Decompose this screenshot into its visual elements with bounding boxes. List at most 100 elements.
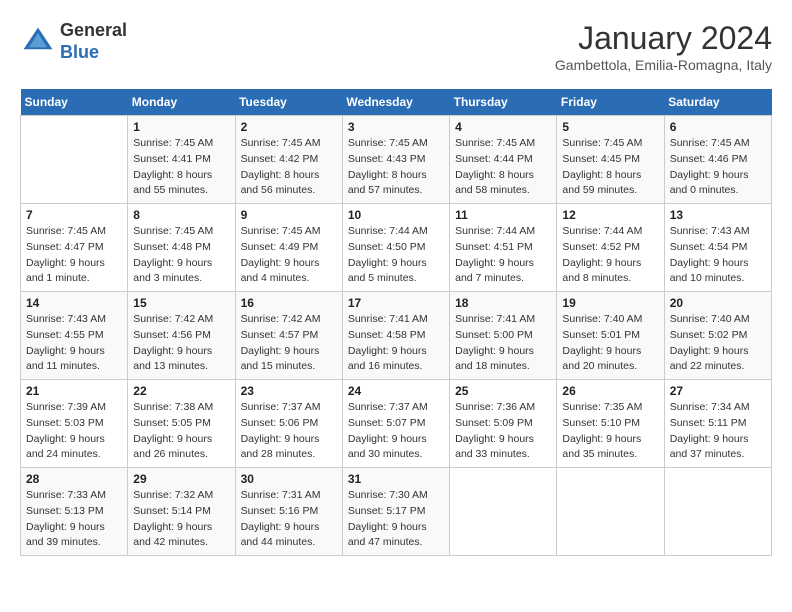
calendar-cell: 7 Sunrise: 7:45 AMSunset: 4:47 PMDaylight… [21,204,128,292]
calendar-cell: 27 Sunrise: 7:34 AMSunset: 5:11 PMDayligh… [664,380,771,468]
day-number: 4 [455,120,551,134]
calendar-cell: 6 Sunrise: 7:45 AMSunset: 4:46 PMDaylight… [664,116,771,204]
day-info: Sunrise: 7:41 AMSunset: 5:00 PMDaylight:… [455,312,551,375]
day-number: 8 [133,208,229,222]
day-info: Sunrise: 7:38 AMSunset: 5:05 PMDaylight:… [133,400,229,463]
day-info: Sunrise: 7:42 AMSunset: 4:56 PMDaylight:… [133,312,229,375]
logo-icon [20,24,56,60]
day-number: 27 [670,384,766,398]
day-info: Sunrise: 7:45 AMSunset: 4:49 PMDaylight:… [241,224,337,287]
day-info: Sunrise: 7:45 AMSunset: 4:47 PMDaylight:… [26,224,122,287]
day-number: 30 [241,472,337,486]
day-number: 24 [348,384,444,398]
day-number: 1 [133,120,229,134]
day-number: 10 [348,208,444,222]
calendar-cell: 14Sunrise: 7:43 AMSunset: 4:55 PMDayligh… [21,292,128,380]
day-number: 22 [133,384,229,398]
day-number: 9 [241,208,337,222]
day-info: Sunrise: 7:32 AMSunset: 5:14 PMDaylight:… [133,488,229,551]
weekday-header-monday: Monday [128,89,235,116]
day-info: Sunrise: 7:45 AMSunset: 4:43 PMDaylight:… [348,136,444,199]
day-number: 7 [26,208,122,222]
weekday-header-saturday: Saturday [664,89,771,116]
day-info: Sunrise: 7:44 AMSunset: 4:52 PMDaylight:… [562,224,658,287]
day-info: Sunrise: 7:45 AMSunset: 4:41 PMDaylight:… [133,136,229,199]
title-block: January 2024 Gambettola, Emilia-Romagna,… [555,20,772,73]
day-number: 23 [241,384,337,398]
calendar-cell: 18 Sunrise: 7:41 AMSunset: 5:00 PMDayligh… [450,292,557,380]
calendar-cell: 15Sunrise: 7:42 AMSunset: 4:56 PMDayligh… [128,292,235,380]
day-info: Sunrise: 7:45 AMSunset: 4:48 PMDaylight:… [133,224,229,287]
calendar-cell: 1 Sunrise: 7:45 AMSunset: 4:41 PMDaylight… [128,116,235,204]
day-info: Sunrise: 7:39 AMSunset: 5:03 PMDaylight:… [26,400,122,463]
calendar-cell: 13 Sunrise: 7:43 AMSunset: 4:54 PMDayligh… [664,204,771,292]
calendar-cell: 3 Sunrise: 7:45 AMSunset: 4:43 PMDaylight… [342,116,449,204]
day-info: Sunrise: 7:44 AMSunset: 4:51 PMDaylight:… [455,224,551,287]
day-number: 20 [670,296,766,310]
calendar-title: January 2024 [555,20,772,57]
day-info: Sunrise: 7:34 AMSunset: 5:11 PMDaylight:… [670,400,766,463]
calendar-cell: 5 Sunrise: 7:45 AMSunset: 4:45 PMDaylight… [557,116,664,204]
day-number: 25 [455,384,551,398]
logo: General Blue [20,20,127,63]
day-number: 28 [26,472,122,486]
calendar-cell: 31Sunrise: 7:30 AMSunset: 5:17 PMDayligh… [342,468,449,556]
day-info: Sunrise: 7:35 AMSunset: 5:10 PMDaylight:… [562,400,658,463]
calendar-subtitle: Gambettola, Emilia-Romagna, Italy [555,57,772,73]
day-number: 31 [348,472,444,486]
day-info: Sunrise: 7:45 AMSunset: 4:46 PMDaylight:… [670,136,766,199]
calendar-cell: 19 Sunrise: 7:40 AMSunset: 5:01 PMDayligh… [557,292,664,380]
calendar-cell: 10 Sunrise: 7:44 AMSunset: 4:50 PMDayligh… [342,204,449,292]
weekday-header-sunday: Sunday [21,89,128,116]
day-number: 21 [26,384,122,398]
day-info: Sunrise: 7:45 AMSunset: 4:45 PMDaylight:… [562,136,658,199]
day-number: 19 [562,296,658,310]
calendar-cell: 12 Sunrise: 7:44 AMSunset: 4:52 PMDayligh… [557,204,664,292]
week-row-2: 7 Sunrise: 7:45 AMSunset: 4:47 PMDaylight… [21,204,772,292]
day-info: Sunrise: 7:44 AMSunset: 4:50 PMDaylight:… [348,224,444,287]
calendar-cell: 22 Sunrise: 7:38 AMSunset: 5:05 PMDayligh… [128,380,235,468]
weekday-header-row: SundayMondayTuesdayWednesdayThursdayFrid… [21,89,772,116]
week-row-4: 21 Sunrise: 7:39 AMSunset: 5:03 PMDayligh… [21,380,772,468]
weekday-header-tuesday: Tuesday [235,89,342,116]
day-info: Sunrise: 7:37 AMSunset: 5:07 PMDaylight:… [348,400,444,463]
logo-text: General Blue [60,20,127,63]
calendar-cell: 8 Sunrise: 7:45 AMSunset: 4:48 PMDaylight… [128,204,235,292]
page-header: General Blue January 2024 Gambettola, Em… [20,20,772,73]
day-info: Sunrise: 7:45 AMSunset: 4:42 PMDaylight:… [241,136,337,199]
day-info: Sunrise: 7:40 AMSunset: 5:01 PMDaylight:… [562,312,658,375]
weekday-header-thursday: Thursday [450,89,557,116]
day-info: Sunrise: 7:33 AMSunset: 5:13 PMDaylight:… [26,488,122,551]
day-number: 16 [241,296,337,310]
week-row-3: 14Sunrise: 7:43 AMSunset: 4:55 PMDayligh… [21,292,772,380]
calendar-cell: 9 Sunrise: 7:45 AMSunset: 4:49 PMDaylight… [235,204,342,292]
day-info: Sunrise: 7:43 AMSunset: 4:54 PMDaylight:… [670,224,766,287]
day-number: 6 [670,120,766,134]
day-info: Sunrise: 7:36 AMSunset: 5:09 PMDaylight:… [455,400,551,463]
calendar-cell: 23Sunrise: 7:37 AMSunset: 5:06 PMDayligh… [235,380,342,468]
calendar-cell: 21 Sunrise: 7:39 AMSunset: 5:03 PMDayligh… [21,380,128,468]
calendar-table: SundayMondayTuesdayWednesdayThursdayFrid… [20,89,772,556]
day-number: 18 [455,296,551,310]
calendar-cell: 26Sunrise: 7:35 AMSunset: 5:10 PMDayligh… [557,380,664,468]
calendar-cell: 20 Sunrise: 7:40 AMSunset: 5:02 PMDayligh… [664,292,771,380]
day-number: 2 [241,120,337,134]
calendar-cell: 30Sunrise: 7:31 AMSunset: 5:16 PMDayligh… [235,468,342,556]
calendar-cell: 28 Sunrise: 7:33 AMSunset: 5:13 PMDayligh… [21,468,128,556]
calendar-cell: 4Sunrise: 7:45 AMSunset: 4:44 PMDaylight… [450,116,557,204]
day-number: 29 [133,472,229,486]
day-number: 3 [348,120,444,134]
calendar-cell: 11 Sunrise: 7:44 AMSunset: 4:51 PMDayligh… [450,204,557,292]
day-number: 13 [670,208,766,222]
day-number: 5 [562,120,658,134]
calendar-cell: 29 Sunrise: 7:32 AMSunset: 5:14 PMDayligh… [128,468,235,556]
day-info: Sunrise: 7:43 AMSunset: 4:55 PMDaylight:… [26,312,122,375]
day-info: Sunrise: 7:40 AMSunset: 5:02 PMDaylight:… [670,312,766,375]
day-number: 11 [455,208,551,222]
calendar-cell: 17Sunrise: 7:41 AMSunset: 4:58 PMDayligh… [342,292,449,380]
calendar-cell: 25 Sunrise: 7:36 AMSunset: 5:09 PMDayligh… [450,380,557,468]
day-number: 12 [562,208,658,222]
calendar-cell [450,468,557,556]
day-info: Sunrise: 7:41 AMSunset: 4:58 PMDaylight:… [348,312,444,375]
calendar-cell [664,468,771,556]
